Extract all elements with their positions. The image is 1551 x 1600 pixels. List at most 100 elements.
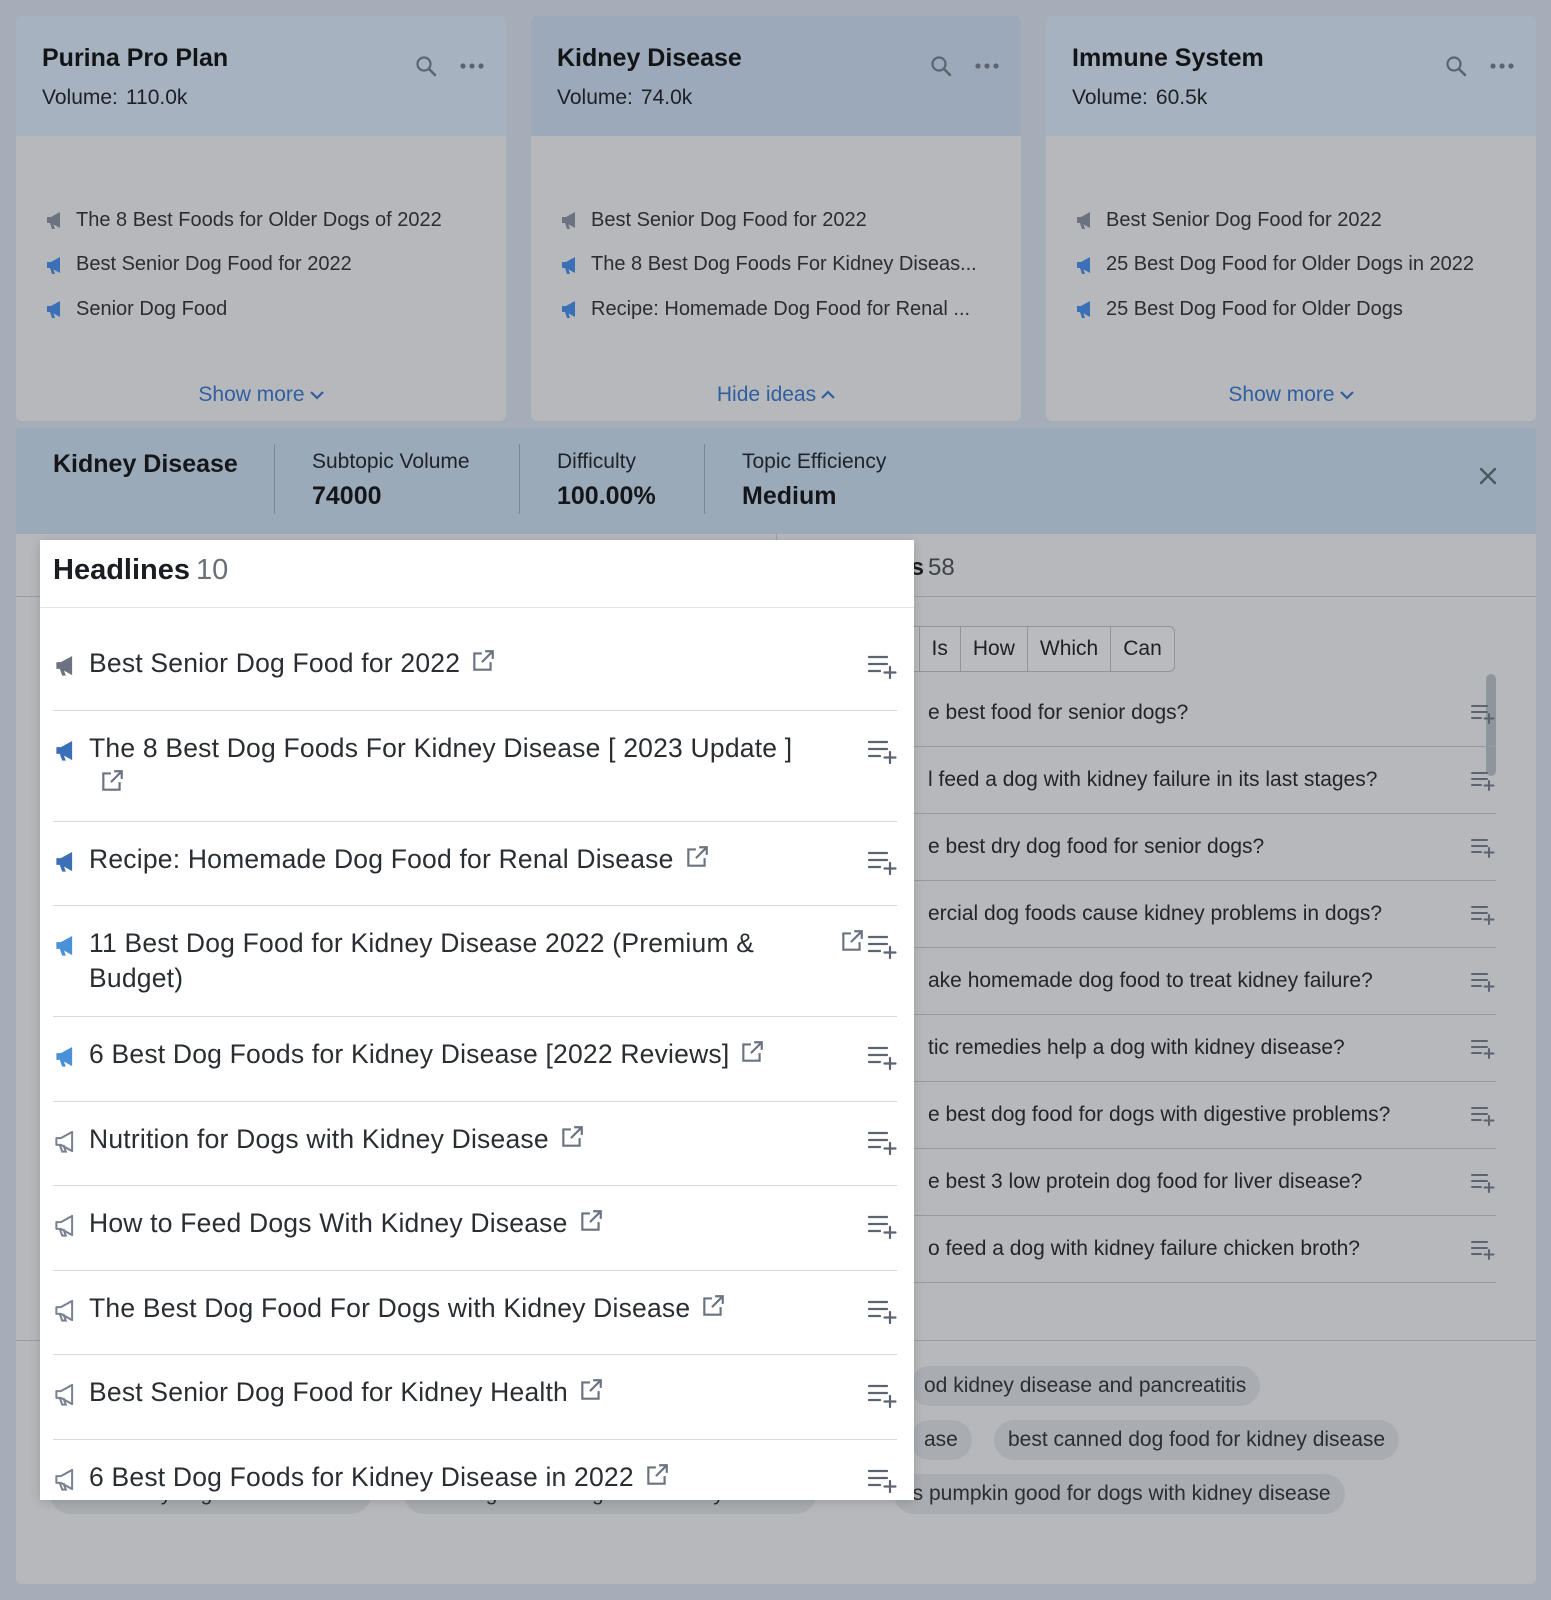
headline-item[interactable]: Nutrition for Dogs with Kidney Disease [53, 1102, 897, 1186]
more-options-icon[interactable] [973, 52, 1001, 80]
add-to-list-icon[interactable] [867, 1298, 897, 1324]
add-to-list-icon[interactable] [867, 1467, 897, 1493]
add-to-list-icon[interactable] [867, 1044, 897, 1070]
headline-item[interactable]: The Best Dog Food For Dogs with Kidney D… [53, 1271, 897, 1355]
add-to-list-icon[interactable] [867, 849, 897, 875]
related-search-chip[interactable]: od kidney disease and pancreatitis [910, 1366, 1261, 1406]
add-to-list-icon[interactable] [1470, 970, 1496, 992]
add-to-list-icon[interactable] [867, 1129, 897, 1155]
idea-list: The 8 Best Foods for Older Dogs of 2022 … [16, 136, 506, 332]
idea-item[interactable]: Recipe: Homemade Dog Food for Renal ... [559, 287, 1021, 332]
question-item[interactable]: ake homemade dog food to treat kidney fa… [896, 948, 1496, 1015]
external-link-icon[interactable] [644, 1462, 670, 1488]
related-search-chip[interactable]: is pumpkin good for dogs with kidney dis… [894, 1474, 1345, 1514]
idea-item[interactable]: Best Senior Dog Food for 2022 [44, 243, 506, 288]
external-link-icon[interactable] [739, 1039, 765, 1065]
add-to-list-icon[interactable] [1470, 836, 1496, 858]
show-more-button[interactable]: Show more [1046, 383, 1536, 407]
topic-card-immune-system[interactable]: Immune System Volume: 60.5k Best Senior D… [1046, 16, 1536, 421]
external-link-icon[interactable] [839, 928, 865, 954]
headline-text: Recipe: Homemade Dog Food for Renal Dise… [89, 843, 674, 874]
idea-item[interactable]: The 8 Best Dog Foods For Kidney Diseas..… [559, 243, 1021, 288]
headline-item[interactable]: 6 Best Dog Foods for Kidney Disease [202… [53, 1017, 897, 1102]
idea-list: Best Senior Dog Food for 2022 The 8 Best… [531, 136, 1021, 332]
add-to-list-icon[interactable] [867, 653, 897, 679]
idea-item[interactable]: Best Senior Dog Food for 2022 [559, 198, 1021, 243]
headline-item[interactable]: Best Senior Dog Food for 2022 [53, 626, 897, 711]
add-to-list-icon[interactable] [1470, 1037, 1496, 1059]
search-icon[interactable] [1442, 52, 1470, 80]
card-volume: Volume: 74.0k [557, 86, 995, 110]
question-item[interactable]: e best dog food for dogs with digestive … [896, 1082, 1496, 1149]
question-item[interactable]: e best dry dog food for senior dogs? [896, 814, 1496, 881]
volume-value: 60.5k [1155, 86, 1208, 109]
headline-item[interactable]: 11 Best Dog Food for Kidney Disease 2022… [53, 906, 897, 1017]
idea-item[interactable]: Senior Dog Food [44, 287, 506, 332]
more-options-icon[interactable] [1488, 52, 1516, 80]
idea-item[interactable]: 25 Best Dog Food for Older Dogs [1074, 287, 1536, 332]
idea-item[interactable]: 25 Best Dog Food for Older Dogs in 2022 [1074, 243, 1536, 288]
card-actions [1442, 52, 1516, 80]
external-link-icon[interactable] [578, 1377, 604, 1403]
filter-tab[interactable]: Is [920, 627, 961, 671]
question-item[interactable]: e best 3 low protein dog food for liver … [896, 1149, 1496, 1216]
more-options-icon[interactable] [458, 52, 486, 80]
headline-item[interactable]: The 8 Best Dog Foods For Kidney Disease … [53, 711, 897, 822]
add-to-list-icon[interactable] [1470, 1238, 1496, 1260]
headline-item[interactable]: How to Feed Dogs With Kidney Disease [53, 1186, 897, 1271]
add-to-list-icon[interactable] [867, 738, 897, 764]
add-to-list-icon[interactable] [1470, 1171, 1496, 1193]
question-item[interactable]: e best food for senior dogs? [896, 680, 1496, 747]
divider [704, 444, 705, 514]
topic-card-purina-pro-plan[interactable]: Purina Pro Plan Volume: 110.0k The 8 Best… [16, 16, 506, 421]
filter-tab[interactable]: Which [1028, 627, 1112, 671]
headline-item[interactable]: Recipe: Homemade Dog Food for Renal Dise… [53, 822, 897, 906]
close-icon[interactable] [1476, 464, 1500, 488]
add-to-list-icon[interactable] [867, 933, 897, 959]
add-to-list-icon[interactable] [867, 1213, 897, 1239]
headlines-list: Best Senior Dog Food for 2022 The 8 Best… [53, 608, 897, 1524]
hide-ideas-button[interactable]: Hide ideas [531, 383, 1021, 407]
headline-text: 6 Best Dog Foods for Kidney Disease [202… [89, 1039, 730, 1069]
megaphone-outline-icon [55, 1130, 74, 1153]
external-link-icon[interactable] [684, 844, 710, 870]
divider [519, 444, 520, 514]
topic-card-kidney-disease[interactable]: Kidney Disease Volume: 74.0k Best Senior … [531, 16, 1021, 421]
filter-tab[interactable]: How [961, 627, 1028, 671]
headline-text: 11 Best Dog Food for Kidney Disease 2022… [89, 928, 755, 993]
idea-text: 25 Best Dog Food for Older Dogs in 2022 [1106, 253, 1474, 276]
external-link-icon[interactable] [99, 768, 125, 794]
headline-text: Best Senior Dog Food for 2022 [89, 648, 461, 678]
card-actions [927, 52, 1001, 80]
show-more-label: Show more [198, 383, 305, 406]
question-item[interactable]: ercial dog foods cause kidney problems i… [896, 881, 1496, 948]
headline-text: How to Feed Dogs With Kidney Disease [89, 1208, 568, 1238]
add-to-list-icon[interactable] [1470, 1104, 1496, 1126]
search-icon[interactable] [927, 52, 955, 80]
show-more-button[interactable]: Show more [16, 383, 506, 407]
volume-label: Volume: [557, 86, 633, 109]
add-to-list-icon[interactable] [1470, 903, 1496, 925]
idea-item[interactable]: Best Senior Dog Food for 2022 [1074, 198, 1536, 243]
question-item[interactable]: tic remedies help a dog with kidney dise… [896, 1015, 1496, 1082]
idea-item[interactable]: The 8 Best Foods for Older Dogs of 2022 [44, 198, 506, 243]
external-link-icon[interactable] [700, 1293, 726, 1319]
megaphone-blue-icon [47, 256, 60, 274]
headline-item[interactable]: Best Senior Dog Food for Kidney Health [53, 1355, 897, 1440]
megaphone-blue-filled-icon [56, 740, 73, 761]
question-item[interactable]: l feed a dog with kidney failure in its … [896, 747, 1496, 814]
divider [274, 444, 275, 514]
headline-item[interactable]: 6 Best Dog Foods for Kidney Disease in 2… [53, 1440, 897, 1525]
difficulty: Difficulty 100.00% [557, 450, 656, 511]
related-search-chip[interactable]: best canned dog food for kidney disease [994, 1420, 1400, 1460]
add-to-list-icon[interactable] [1470, 702, 1496, 724]
add-to-list-icon[interactable] [1470, 769, 1496, 791]
external-link-icon[interactable] [559, 1124, 585, 1150]
external-link-icon[interactable] [578, 1208, 604, 1234]
related-search-chip[interactable]: ase [910, 1420, 972, 1460]
question-item[interactable]: o feed a dog with kidney failure chicken… [896, 1216, 1496, 1283]
add-to-list-icon[interactable] [867, 1382, 897, 1408]
search-icon[interactable] [412, 52, 440, 80]
filter-tab[interactable]: Can [1111, 627, 1174, 671]
external-link-icon[interactable] [470, 648, 496, 674]
